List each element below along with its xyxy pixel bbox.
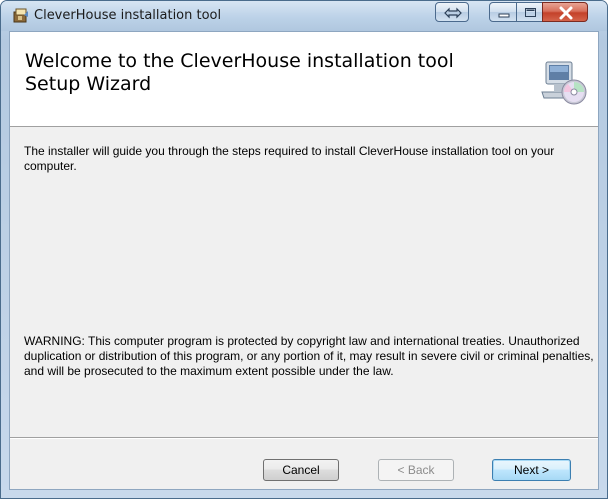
copyright-warning: WARNING: This computer program is protec… [24,334,594,378]
installer-window: CleverHouse installation tool Welcome to… [0,0,608,499]
double-arrow-button[interactable] [435,2,469,22]
next-button[interactable]: Next > [492,459,571,481]
title-bar[interactable]: CleverHouse installation tool [1,1,607,31]
button-divider [10,437,598,439]
wizard-banner: Welcome to the CleverHouse installation … [10,32,598,127]
window-title: CleverHouse installation tool [34,8,222,23]
page-title: Welcome to the CleverHouse installation … [25,50,495,96]
computer-cd-icon [541,61,587,105]
intro-text: The installer will guide you through the… [24,144,555,173]
page-title-line2: Setup Wizard [25,73,152,95]
wizard-client-area: Welcome to the CleverHouse installation … [9,31,599,490]
back-button[interactable]: < Back [378,459,454,481]
page-title-line1: Welcome to the CleverHouse installation … [25,50,454,72]
close-icon [559,6,573,20]
cancel-button[interactable]: Cancel [263,459,339,481]
double-arrow-icon [444,7,462,19]
maximize-button[interactable] [516,2,543,22]
maximize-icon [525,8,536,17]
minimize-icon [498,13,510,18]
close-button[interactable] [542,2,588,22]
minimize-button[interactable] [489,2,517,22]
installer-icon [13,8,28,23]
